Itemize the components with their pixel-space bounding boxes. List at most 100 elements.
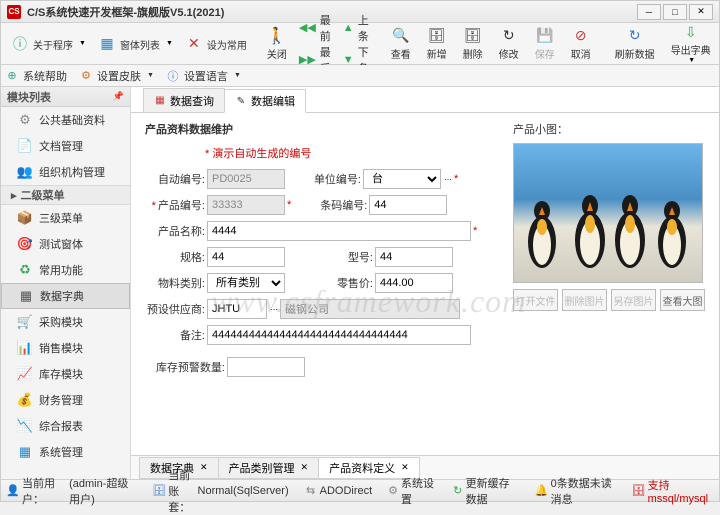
- query-icon: ▦: [154, 95, 166, 107]
- sidebar-item-stock[interactable]: 📈库存模块: [1, 361, 130, 387]
- sale-icon: 📊: [17, 340, 33, 356]
- db-icon: 🗄: [633, 485, 645, 497]
- model-label: 型号:: [313, 249, 373, 265]
- first-button[interactable]: ◀◀最前: [299, 12, 331, 44]
- gear-icon: ⚙: [17, 112, 33, 128]
- supplier-name-input: [280, 299, 460, 319]
- close-icon[interactable]: ✕: [401, 462, 409, 473]
- sidebar-header: 模块列表📌: [1, 87, 130, 107]
- auto-id-label: 自动编号:: [145, 171, 205, 187]
- sidebar-item-report[interactable]: 📉综合报表: [1, 413, 130, 439]
- set-common-button[interactable]: ✕设为常用: [179, 33, 253, 55]
- sidebar-item-system[interactable]: ▦系统管理: [1, 439, 130, 465]
- dict-icon: ▦: [18, 288, 34, 304]
- db-icon: 🗄: [153, 485, 165, 497]
- close-label[interactable]: 关闭: [267, 46, 287, 61]
- unit-label: 单位编号:: [301, 171, 361, 187]
- stock-input[interactable]: [227, 357, 305, 377]
- open-file-button[interactable]: 打开文件: [513, 289, 558, 311]
- db-del-icon: 🗄: [464, 27, 482, 45]
- sidebar: 模块列表📌 ⚙公共基础资料 📄文档管理 👥组织机构管理 ▸二级菜单 📦三级菜单 …: [1, 87, 131, 479]
- barcode-input[interactable]: [369, 195, 447, 215]
- refresh-icon: ↻: [626, 27, 644, 45]
- supplier-label: 预设供应商:: [145, 301, 205, 317]
- recycle-icon: ♻: [17, 262, 33, 278]
- saveas-image-button[interactable]: 另存图片: [611, 289, 656, 311]
- add-button[interactable]: 🗄新增: [419, 25, 455, 63]
- lang-icon: ⓘ: [166, 69, 180, 83]
- supplier-code-input[interactable]: [207, 299, 267, 319]
- status-ado[interactable]: ⇆ADODirect: [305, 485, 373, 497]
- prod-id-label: 产品编号:: [145, 197, 205, 213]
- delete-button[interactable]: 🗄删除: [455, 25, 491, 63]
- cancel-button[interactable]: ⊘取消: [563, 25, 599, 63]
- export-icon: ⇩: [682, 23, 700, 41]
- lang-button[interactable]: ⓘ设置语言▼: [166, 68, 241, 84]
- doc-icon: 📄: [17, 138, 33, 154]
- help-icon: ⊕: [5, 69, 19, 83]
- skin-button[interactable]: ⚙设置皮肤▼: [79, 68, 154, 84]
- close-icon[interactable]: ✕: [301, 462, 309, 473]
- prod-id-input[interactable]: [207, 195, 285, 215]
- form-title: 产品资料数据维护: [145, 121, 501, 137]
- save-icon: 💾: [536, 27, 554, 45]
- tab-query[interactable]: ▦数据查询: [143, 88, 225, 112]
- sidebar-item-basic[interactable]: ⚙公共基础资料: [1, 107, 130, 133]
- barcode-label: 条码编号:: [307, 197, 367, 213]
- sidebar-item-org[interactable]: 👥组织机构管理: [1, 159, 130, 185]
- close-window-button[interactable]: ✕: [689, 4, 713, 20]
- view-image-button[interactable]: 查看大图: [660, 289, 705, 311]
- sidebar-item-docs[interactable]: 📄文档管理: [1, 133, 130, 159]
- auto-id-input: [207, 169, 285, 189]
- syshelp-button[interactable]: ⊕系统帮助: [5, 68, 67, 84]
- money-icon: 💰: [17, 392, 33, 408]
- test-icon: 🎯: [17, 236, 33, 252]
- export-button[interactable]: ⇩导出字典▼: [663, 21, 719, 66]
- refresh-button[interactable]: ↻刷新数据: [607, 25, 663, 63]
- model-input[interactable]: [375, 247, 453, 267]
- maximize-button[interactable]: □: [663, 4, 687, 20]
- price-input[interactable]: [375, 273, 453, 293]
- window-list-button[interactable]: ▦窗体列表▼: [92, 33, 179, 55]
- price-label: 零售价:: [313, 275, 373, 291]
- view-button[interactable]: 🔍查看: [383, 25, 419, 63]
- spec-label: 规格:: [145, 249, 205, 265]
- up-button[interactable]: ▲上条: [343, 12, 369, 44]
- sidebar-item-common[interactable]: ♻常用功能: [1, 257, 130, 283]
- bell-icon: 🔔: [536, 485, 548, 497]
- unit-select[interactable]: 台: [363, 169, 441, 189]
- sidebar-item-dict[interactable]: ▦数据字典: [1, 283, 130, 309]
- edit-tab-icon: ✎: [235, 95, 247, 107]
- minimize-button[interactable]: ─: [637, 4, 661, 20]
- sidebar-item-test[interactable]: 🎯测试窗体: [1, 231, 130, 257]
- spec-input[interactable]: [207, 247, 285, 267]
- grid-icon: ▦: [98, 35, 116, 53]
- report-icon: 📉: [17, 418, 33, 434]
- remark-label: 备注:: [145, 327, 205, 343]
- sidebar-item-purchase[interactable]: 🛒采购模块: [1, 309, 130, 335]
- close-icon[interactable]: 🚶: [268, 27, 286, 45]
- info-icon: ⓘ: [11, 35, 29, 53]
- tools-icon: ✕: [185, 35, 203, 53]
- image-area: 产品小图： 打开文件 删除图片 另存图片 查看大图: [513, 121, 705, 447]
- sidebar-item-sales[interactable]: 📊销售模块: [1, 335, 130, 361]
- status-account: 🗄当前账套：Normal(SqlServer): [153, 467, 288, 515]
- cancel-icon: ⊘: [572, 27, 590, 45]
- mat-select[interactable]: 所有类别: [207, 273, 285, 293]
- remark-input[interactable]: [207, 325, 471, 345]
- save-button[interactable]: 💾保存: [527, 25, 563, 63]
- delete-image-button[interactable]: 删除图片: [562, 289, 607, 311]
- prod-name-input[interactable]: [207, 221, 471, 241]
- pin-icon[interactable]: 📌: [113, 91, 124, 102]
- tab-edit[interactable]: ✎数据编辑: [224, 89, 306, 113]
- about-button[interactable]: ⓘ关于程序▼: [5, 33, 92, 55]
- box-icon: 📦: [17, 210, 33, 226]
- user-icon: 👤: [7, 485, 19, 497]
- sidebar-item-level3[interactable]: 📦三级菜单: [1, 205, 130, 231]
- sidebar-item-finance[interactable]: 💰财务管理: [1, 387, 130, 413]
- edit-button[interactable]: ↻修改: [491, 25, 527, 63]
- sidebar-sec2-header[interactable]: ▸二级菜单: [1, 185, 130, 205]
- sys-icon: ▦: [17, 444, 33, 460]
- stock-label: 库存预警数量:: [145, 359, 225, 375]
- secondary-toolbar: ⊕系统帮助 ⚙设置皮肤▼ ⓘ设置语言▼: [1, 65, 719, 87]
